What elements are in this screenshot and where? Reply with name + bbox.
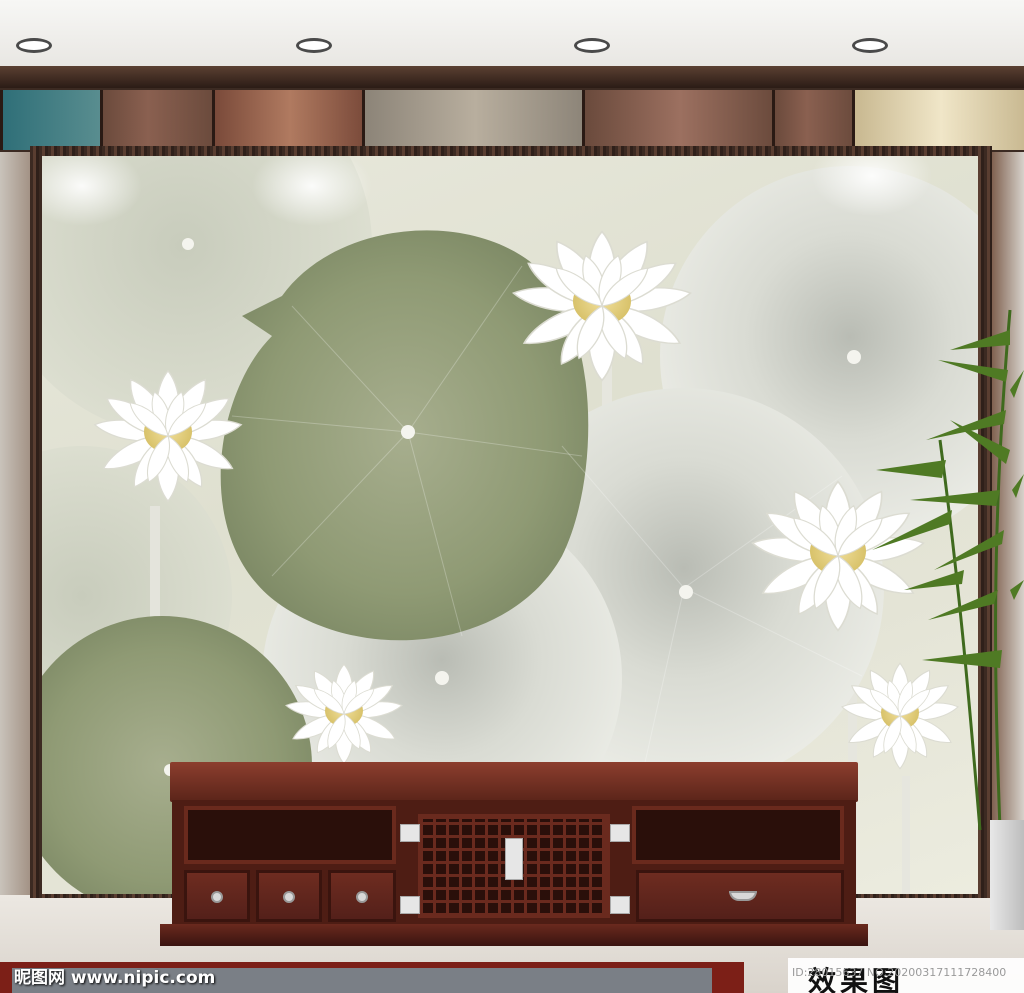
cabinet-drawer <box>184 870 250 922</box>
leaf-center <box>182 238 194 250</box>
door-hinge <box>400 896 420 914</box>
downlight <box>16 38 52 53</box>
cabinet-drawer <box>636 870 844 922</box>
ceiling-soffit <box>0 66 1024 152</box>
watermark-site: 昵图网 www.nipic.com <box>14 968 216 988</box>
tv-cabinet-base <box>160 924 868 946</box>
soffit-band <box>0 66 1024 88</box>
downlight <box>852 38 888 53</box>
decor-panel <box>212 90 365 150</box>
downlight <box>574 38 610 53</box>
decor-panel <box>772 90 855 150</box>
leaf-center <box>435 671 449 685</box>
door-hinge <box>610 896 630 914</box>
leaf-center <box>679 585 693 599</box>
downlight <box>296 38 332 53</box>
decor-panel <box>582 90 775 150</box>
side-wall-left <box>0 152 34 912</box>
living-room-scene: 昵图网 www.nipic.com 效果图 ID:28015637 NO:202… <box>0 0 1024 993</box>
leaf-center <box>847 350 861 364</box>
tv-cabinet-top <box>170 762 858 802</box>
drawer-knob <box>356 891 368 903</box>
door-hinge <box>610 824 630 842</box>
decor-panel <box>100 90 215 150</box>
cabinet-shelf <box>184 806 396 864</box>
drawer-knob <box>211 891 223 903</box>
cabinet-drawer <box>256 870 322 922</box>
decor-panel <box>362 90 585 150</box>
door-hinge <box>400 824 420 842</box>
door-lock <box>505 838 523 880</box>
decor-panel <box>0 90 103 150</box>
drawer-handle <box>729 891 757 901</box>
cabinet-shelf <box>632 806 844 864</box>
leaf-center <box>401 425 415 439</box>
cabinet-drawer <box>328 870 396 922</box>
drawer-knob <box>283 891 295 903</box>
decor-panel <box>852 90 1024 150</box>
bamboo-plant <box>872 309 1024 830</box>
plant-pot <box>990 820 1024 930</box>
ceiling <box>0 0 1024 70</box>
watermark-id: ID:28015637 NO:20200317111728400 <box>792 966 1007 979</box>
